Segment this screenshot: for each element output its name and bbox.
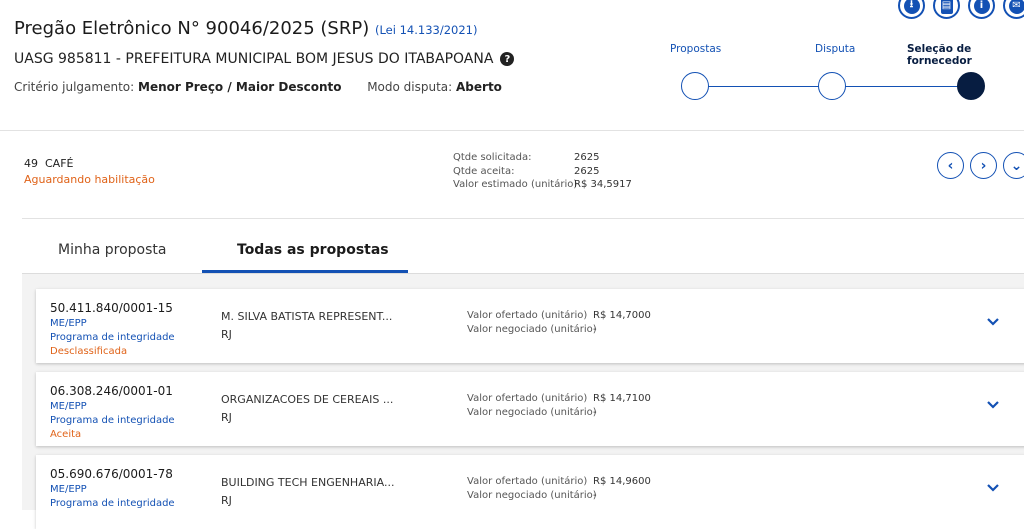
chevron-down-icon[interactable] [986,398,1000,412]
page-title: Pregão Eletrônico N° 90046/2025 (SRP) (L… [14,18,477,39]
item-navigation: ‹ › ⌄ [937,152,1024,179]
proposal-company: BUILDING TECH ENGENHARIA... [221,476,395,489]
download-icon[interactable]: ⭳ [898,0,925,19]
offered-label: Valor ofertado (unitário) [467,310,588,321]
proposal-cnpj: 50.411.840/0001-15 [50,301,173,315]
criteria-line: Critério julgamento: Menor Preço / Maior… [14,80,502,94]
proposal-uf: RJ [221,494,232,507]
expand-item-button[interactable]: ⌄ [1003,152,1024,179]
proposal-company: M. SILVA BATISTA REPRESENT... [221,310,393,323]
tab-minha-proposta[interactable]: Minha proposta [58,242,166,258]
offered-value: R$ 14,7000 [593,310,651,321]
step-label-selecao: Seleção de fornecedor [907,43,972,67]
step-circle-disputa[interactable] [818,72,846,100]
proposal-integrity: Programa de integridade [50,498,175,509]
proposal-cnpj: 06.308.246/0001-01 [50,384,173,398]
divider [0,130,1024,131]
proposal-uf: RJ [221,328,232,341]
active-tab-indicator [202,270,408,273]
offered-label: Valor ofertado (unitário) [467,393,588,404]
negotiated-value: - [593,490,597,501]
proposal-integrity: Programa de integridade [50,415,175,426]
previous-item-button[interactable]: ‹ [937,152,964,179]
criteria-value: Menor Preço / Maior Desconto [138,80,342,94]
proposal-integrity: Programa de integridade [50,332,175,343]
negotiated-value: - [593,407,597,418]
offered-value: R$ 14,9600 [593,476,651,487]
offered-label: Valor ofertado (unitário) [467,476,588,487]
proposal-size: ME/EPP [50,318,87,329]
proposal-status: Aceita [50,429,82,440]
estimated-label: Valor estimado (unitário) [453,179,578,190]
proposal-card[interactable]: 50.411.840/0001-15 ME/EPP Programa de in… [36,289,1024,363]
step-circle-selecao[interactable] [957,72,985,100]
negotiated-label: Valor negociado (unitário) [467,324,597,335]
negotiated-label: Valor negociado (unitário) [467,407,597,418]
top-icon-bar: ⭳ ▤ i ✉ [898,0,1024,19]
uasg-line: UASG 985811 - PREFEITURA MUNICIPAL BOM J… [14,51,515,67]
qty-accepted-value: 2625 [574,165,600,177]
proposal-uf: RJ [221,411,232,424]
item-number: 49 [24,157,38,170]
mode-value: Aberto [456,80,502,94]
divider [22,218,1024,219]
info-icon[interactable]: i [968,0,995,19]
proposal-size: ME/EPP [50,401,87,412]
proposal-cnpj: 05.690.676/0001-78 [50,467,173,481]
proposal-card[interactable]: 05.690.676/0001-78 ME/EPP Programa de in… [36,455,1024,529]
estimated-value: R$ 34,5917 [574,179,632,190]
clipboard-icon[interactable]: ▤ [933,0,960,19]
criteria-label: Critério julgamento: [14,80,135,94]
next-item-button[interactable]: › [970,152,997,179]
proposal-card[interactable]: 06.308.246/0001-01 ME/EPP Programa de in… [36,372,1024,446]
qty-requested-label: Qtde solicitada: [453,152,532,163]
item-name: CAFÉ [45,157,74,170]
help-icon[interactable]: ? [500,52,515,66]
item-title: 49 CAFÉ [24,157,73,170]
step-label-disputa: Disputa [815,43,856,55]
step-label-propostas: Propostas [670,43,722,55]
mail-icon[interactable]: ✉ [1003,0,1024,19]
qty-accepted-label: Qtde aceita: [453,165,515,177]
quantity-info: Qtde solicitada: 2625 Qtde aceita: 2625 Va… [453,151,632,192]
law-link[interactable]: (Lei 14.133/2021) [375,23,477,37]
proposal-size: ME/EPP [50,484,87,495]
qty-requested-value: 2625 [574,152,600,163]
offered-value: R$ 14,7100 [593,393,651,404]
negotiated-label: Valor negociado (unitário) [467,490,597,501]
uasg-text: UASG 985811 - PREFEITURA MUNICIPAL BOM J… [14,51,494,67]
title-text: Pregão Eletrônico N° 90046/2025 (SRP) [14,18,370,39]
chevron-down-icon[interactable] [986,315,1000,329]
item-status: Aguardando habilitação [24,173,155,186]
proposal-company: ORGANIZACOES DE CEREAIS ... [221,393,394,406]
mode-label: Modo disputa: [367,80,453,94]
negotiated-value: - [593,324,597,335]
proposal-status: Desclassificada [50,346,128,357]
tab-todas-propostas[interactable]: Todas as propostas [237,242,389,258]
step-circle-propostas[interactable] [681,72,709,100]
chevron-down-icon[interactable] [986,481,1000,495]
